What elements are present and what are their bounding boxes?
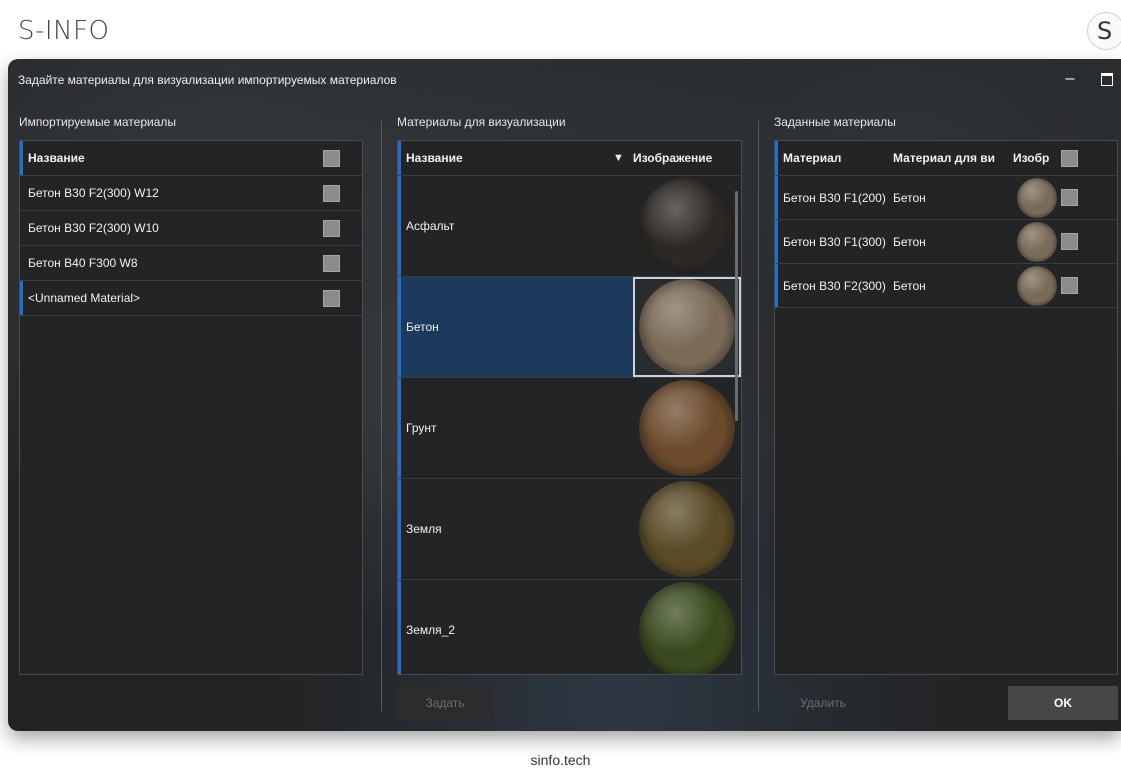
- assigned-row-thumbnail: [1013, 220, 1061, 264]
- visualization-section-label: Материалы для визуализации: [397, 115, 566, 129]
- assigned-row[interactable]: Бетон B30 F2(300) Бетон: [775, 264, 1117, 308]
- filter-icon[interactable]: ▼: [613, 152, 633, 164]
- brand-logo-icon: S: [1087, 12, 1121, 50]
- material-sphere-icon: [639, 380, 735, 476]
- select-all-checkbox[interactable]: [1061, 149, 1078, 167]
- visualization-row[interactable]: Земля: [398, 479, 741, 580]
- material-sphere-icon: [639, 279, 735, 375]
- imported-section-label: Импортируемые материалы: [19, 115, 176, 129]
- visualization-rows: Асфальт Бетон Грунт Земля Земля_2: [398, 176, 741, 674]
- list-scrollbar[interactable]: [735, 191, 738, 421]
- row-accent: [398, 277, 401, 377]
- row-accent: [398, 580, 401, 674]
- visualization-row-label: Бетон: [406, 320, 439, 334]
- material-sphere-icon: [1017, 265, 1057, 306]
- visualization-materials-list: Название ▼ Изображение Асфальт Бетон Гру…: [397, 140, 742, 675]
- visualization-row[interactable]: Грунт: [398, 378, 741, 479]
- row-accent: [775, 220, 778, 263]
- imported-row[interactable]: <Unnamed Material>: [20, 281, 362, 316]
- visualization-header-row: Название ▼ Изображение: [398, 141, 741, 176]
- dialog-titlebar: Задайте материалы для визуализации импор…: [8, 59, 1121, 99]
- assigned-row-thumbnail: [1013, 176, 1061, 220]
- row-accent: [775, 176, 778, 219]
- visualization-row-label: Земля_2: [406, 623, 456, 637]
- row-accent: [20, 281, 23, 315]
- column-divider: [381, 121, 382, 711]
- select-all-checkbox[interactable]: [323, 149, 340, 167]
- assigned-row-thumbnail: [1013, 264, 1061, 308]
- assigned-row-material: Бетон B30 F1(200): [783, 190, 886, 205]
- imported-materials-list: Название Бетон B30 F2(300) W12 Бетон B30…: [19, 140, 363, 675]
- row-accent: [398, 141, 401, 175]
- material-thumbnail: [633, 378, 741, 478]
- assign-button[interactable]: Задать: [396, 686, 494, 720]
- assigned-header-material[interactable]: Материал: [783, 151, 893, 165]
- imported-row-checkbox[interactable]: [323, 184, 340, 202]
- row-accent: [775, 141, 778, 175]
- row-accent: [398, 479, 401, 579]
- material-sphere-icon: [639, 582, 735, 674]
- assigned-row[interactable]: Бетон B30 F1(200) Бетон: [775, 176, 1117, 220]
- imported-header-row: Название: [20, 141, 362, 176]
- material-dialog: Задайте материалы для визуализации импор…: [8, 59, 1121, 731]
- visualization-row[interactable]: Земля_2: [398, 580, 741, 674]
- assigned-row-checkbox[interactable]: [1061, 189, 1078, 206]
- row-accent: [775, 264, 778, 307]
- assigned-section-label: Заданные материалы: [774, 115, 896, 129]
- imported-row[interactable]: Бетон B40 F300 W8: [20, 246, 362, 281]
- visualization-row[interactable]: Бетон: [398, 277, 741, 378]
- footer-site-url: sinfo.tech: [530, 752, 591, 768]
- material-thumbnail: [633, 277, 741, 377]
- imported-header-name: Название: [28, 151, 85, 165]
- assigned-materials-list: Материал Материал для ви Изобр Бетон B30…: [774, 140, 1118, 675]
- imported-row-label: Бетон B30 F2(300) W10: [28, 221, 159, 235]
- imported-row-label: Бетон B30 F2(300) W12: [28, 186, 159, 200]
- assigned-row-visual: Бетон: [893, 234, 926, 249]
- minimize-icon[interactable]: –: [1063, 69, 1077, 89]
- row-accent: [398, 378, 401, 478]
- column-divider: [758, 121, 759, 711]
- imported-row-checkbox[interactable]: [323, 289, 340, 307]
- assigned-row-material: Бетон B30 F2(300): [783, 278, 886, 293]
- row-accent: [20, 141, 23, 175]
- row-accent: [398, 176, 401, 276]
- assigned-row-checkbox[interactable]: [1061, 277, 1078, 294]
- material-sphere-icon: [1017, 221, 1057, 262]
- ok-button[interactable]: OK: [1008, 686, 1118, 720]
- assigned-row[interactable]: Бетон B30 F1(300) Бетон: [775, 220, 1117, 264]
- imported-row[interactable]: Бетон B30 F2(300) W12: [20, 176, 362, 211]
- visualization-row[interactable]: Асфальт: [398, 176, 741, 277]
- maximize-icon[interactable]: [1101, 73, 1113, 86]
- assigned-header-row: Материал Материал для ви Изобр: [775, 141, 1117, 176]
- material-sphere-icon: [1017, 177, 1057, 218]
- visualization-row-label: Грунт: [406, 421, 437, 435]
- delete-button[interactable]: Удалить: [774, 686, 872, 720]
- material-thumbnail: [633, 580, 741, 674]
- material-sphere-icon: [639, 481, 735, 577]
- assigned-row-visual: Бетон: [893, 190, 926, 205]
- brand-title: S-INFO: [18, 16, 110, 46]
- imported-row-checkbox[interactable]: [323, 219, 340, 237]
- material-thumbnail: [633, 176, 741, 276]
- dialog-title: Задайте материалы для визуализации импор…: [18, 73, 397, 87]
- assigned-header-image[interactable]: Изобр: [1013, 151, 1061, 165]
- assigned-row-checkbox[interactable]: [1061, 233, 1078, 250]
- visualization-header-image[interactable]: Изображение: [633, 151, 741, 165]
- imported-row-label: <Unnamed Material>: [28, 291, 141, 305]
- assigned-row-visual: Бетон: [893, 278, 926, 293]
- assigned-header-visual[interactable]: Материал для ви: [893, 151, 1013, 165]
- imported-row[interactable]: Бетон B30 F2(300) W10: [20, 211, 362, 246]
- assigned-row-material: Бетон B30 F1(300): [783, 234, 886, 249]
- visualization-row-label: Земля: [406, 522, 442, 536]
- material-sphere-icon: [639, 178, 735, 274]
- visualization-row-label: Асфальт: [406, 219, 455, 233]
- imported-row-checkbox[interactable]: [323, 254, 340, 272]
- visualization-header-name[interactable]: Название: [406, 151, 613, 165]
- material-thumbnail: [633, 479, 741, 579]
- imported-row-label: Бетон B40 F300 W8: [28, 256, 138, 270]
